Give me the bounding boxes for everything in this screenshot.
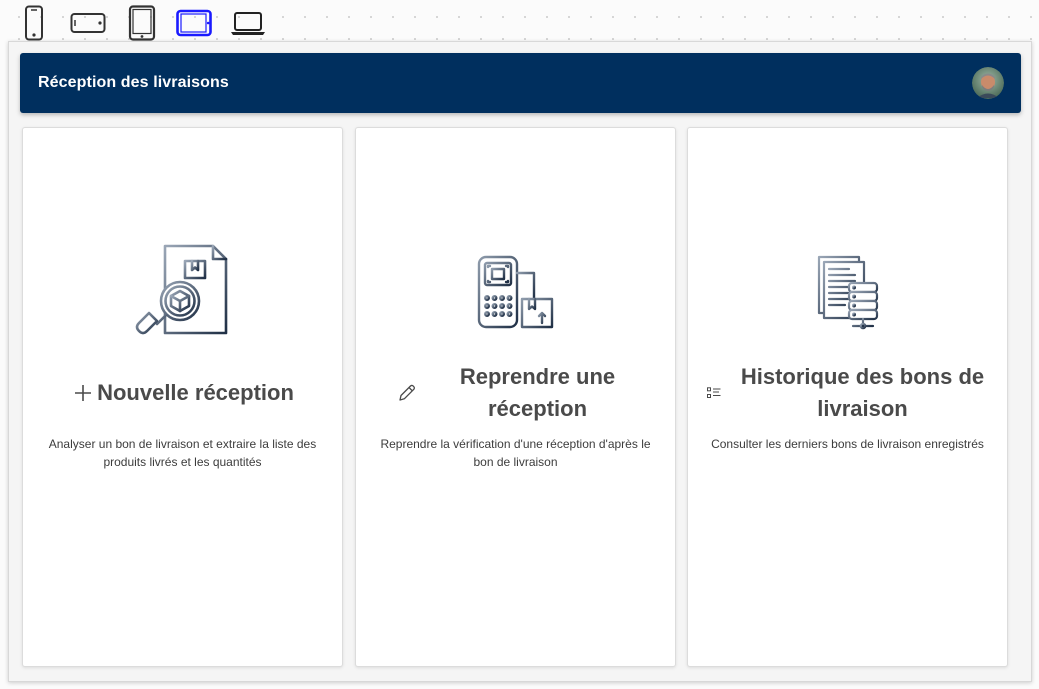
mobile-landscape-icon [70,13,106,33]
tablet-landscape-icon [176,9,212,37]
plus-icon [71,384,95,402]
documents-database-icon [817,255,878,330]
card-heading: Reprendre une réception [356,361,675,425]
tablet-portrait-button[interactable] [127,5,157,41]
user-avatar-icon [972,67,1004,99]
pencil-icon [397,383,417,403]
card-title: Nouvelle réception [97,380,294,405]
document-search-package-icon [135,244,227,335]
card-illustration [23,243,342,343]
mobile-portrait-icon [25,5,43,41]
card-illustration [688,255,1007,331]
laptop-button[interactable] [229,5,267,41]
app-frame: Réception des livraisons Nouvelle récept… [8,41,1032,682]
card-title: Historique des bons de livraison [740,364,985,421]
card-new-reception[interactable]: Nouvelle réception Analyser un bon de li… [22,127,343,667]
tablet-landscape-button[interactable] [175,5,213,41]
card-heading: Historique des bons de livraison [688,361,1007,425]
card-description: Analyser un bon de livraison et extraire… [48,437,317,469]
user-avatar[interactable] [972,67,1004,99]
card-illustration [356,255,675,331]
app-header: Réception des livraisons [20,53,1021,113]
card-title: Reprendre une réception [459,364,616,421]
tablet-portrait-icon [128,5,156,41]
laptop-icon [231,12,265,35]
mobile-portrait-button[interactable] [22,5,46,41]
card-description: Consulter les derniers bons de livraison… [711,437,984,451]
page-title: Réception des livraisons [38,74,229,91]
card-description: Reprendre la vérification d'une réceptio… [380,437,651,469]
card-delivery-history[interactable]: Historique des bons de livraison Consult… [687,127,1008,667]
card-resume-reception[interactable]: Reprendre une réception Reprendre la vér… [355,127,676,667]
device-switcher [0,0,1039,42]
list-icon [706,387,722,399]
barcode-scanner-package-icon [477,255,553,329]
mobile-landscape-button[interactable] [69,5,107,41]
card-heading: Nouvelle réception [23,377,342,409]
